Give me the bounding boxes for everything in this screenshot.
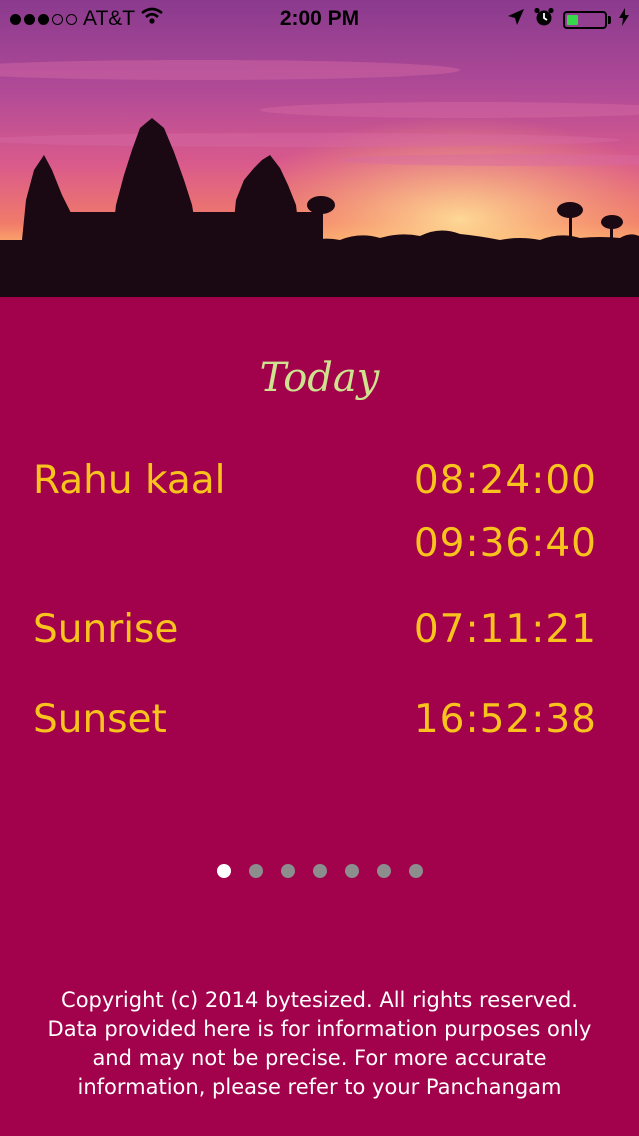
status-bar-right bbox=[507, 7, 629, 32]
footer-disclaimer: Copyright (c) 2014 bytesized. All rights… bbox=[10, 986, 629, 1102]
footer-line: Data provided here is for information pu… bbox=[47, 1017, 592, 1041]
status-bar: AT&T 2:00 PM bbox=[0, 0, 639, 40]
battery-fill bbox=[567, 14, 578, 25]
battery-icon bbox=[563, 10, 607, 29]
footer-line: and may not be precise. For more accurat… bbox=[92, 1046, 547, 1070]
header-sunset-image bbox=[0, 0, 639, 297]
location-arrow-icon bbox=[507, 8, 525, 31]
page-dot[interactable] bbox=[248, 864, 263, 878]
page-dot[interactable] bbox=[216, 864, 231, 878]
footer-line: information, please refer to your Pancha… bbox=[77, 1075, 562, 1099]
alarm-clock-icon bbox=[533, 7, 555, 32]
page-dot[interactable] bbox=[312, 864, 327, 878]
sunrise-label: Sunrise bbox=[33, 607, 179, 652]
page-dot[interactable] bbox=[376, 864, 391, 878]
rahu-kaal-end-time: 09:36:40 bbox=[413, 521, 597, 566]
page-dot[interactable] bbox=[344, 864, 359, 878]
page-dot[interactable] bbox=[280, 864, 295, 878]
charging-bolt-icon bbox=[619, 8, 629, 31]
rahu-kaal-label: Rahu kaal bbox=[33, 458, 226, 503]
page-title: Today bbox=[259, 355, 380, 401]
sunset-label: Sunset bbox=[33, 697, 167, 742]
page-dot[interactable] bbox=[408, 864, 423, 878]
footer-line: Copyright (c) 2014 bytesized. All rights… bbox=[61, 988, 578, 1012]
sunset-time: 16:52:38 bbox=[413, 697, 597, 742]
page-indicator[interactable] bbox=[0, 864, 639, 878]
rahu-kaal-start-time: 08:24:00 bbox=[413, 458, 597, 503]
battery-tip bbox=[608, 15, 611, 24]
sunrise-time: 07:11:21 bbox=[413, 607, 597, 652]
